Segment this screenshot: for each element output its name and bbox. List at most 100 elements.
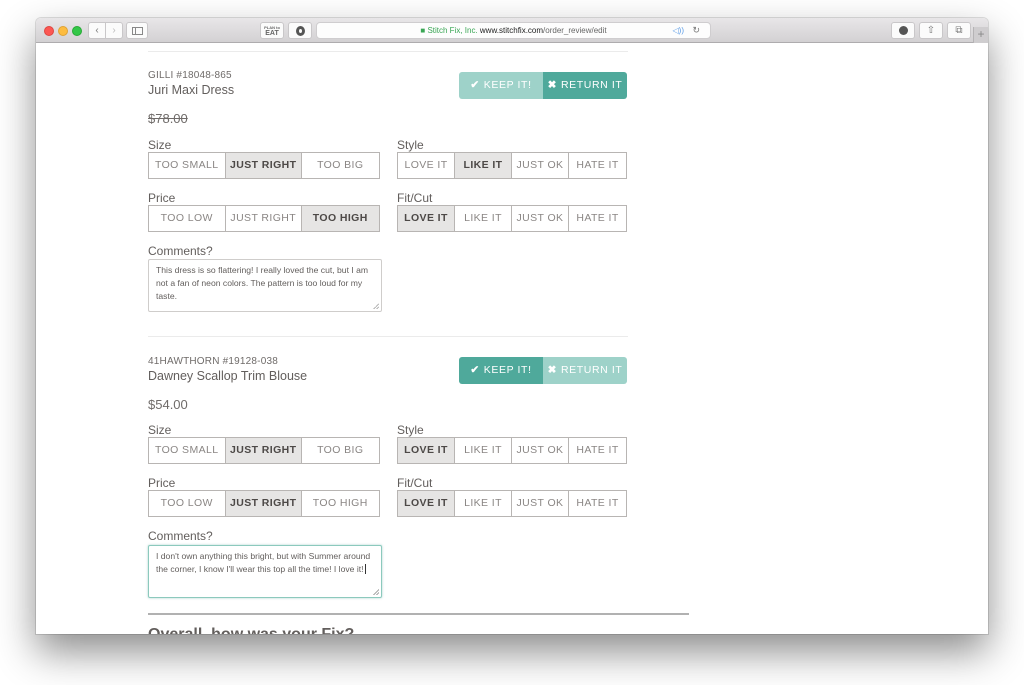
fit-option-love-it[interactable]: LOVE IT <box>398 206 455 231</box>
price-option-too-high[interactable]: TOO HIGH <box>302 206 379 231</box>
size-label: Size <box>148 423 172 437</box>
price-option-just-right[interactable]: JUST RIGHT <box>225 206 302 231</box>
style-option-love-it[interactable]: LOVE IT <box>398 438 455 463</box>
return-it-button[interactable]: ✖ RETURN IT <box>543 357 627 384</box>
size-option-too-small[interactable]: TOO SMALL <box>149 438 226 463</box>
extension-o-icon <box>295 26 305 36</box>
size-option-just-right[interactable]: JUST RIGHT <box>225 438 302 463</box>
check-icon: ✔ <box>470 79 480 91</box>
x-icon: ✖ <box>547 79 557 91</box>
price-option-too-low[interactable]: TOO LOW <box>149 206 226 231</box>
resize-grip-icon[interactable] <box>373 303 379 309</box>
audio-icon[interactable]: ◁)) <box>673 23 684 38</box>
plus-icon: + <box>977 27 985 41</box>
price-rating-selector: TOO LOW JUST RIGHT TOO HIGH <box>148 490 380 517</box>
fit-selector: LOVE IT LIKE IT JUST OK HATE IT <box>397 205 627 232</box>
download-icon <box>898 26 908 35</box>
size-selector: TOO SMALL JUST RIGHT TOO BIG <box>148 437 380 464</box>
new-tab-button[interactable]: + <box>973 27 988 43</box>
style-selector: LOVE IT LIKE IT JUST OK HATE IT <box>397 437 627 464</box>
sidebar-icon <box>131 27 143 35</box>
style-option-hate-it[interactable]: HATE IT <box>569 153 626 178</box>
browser-toolbar: ‹ › PLAN to EAT ■ Stitch Fix, Inc. www.s… <box>36 18 988 43</box>
price-option-too-high[interactable]: TOO HIGH <box>302 491 379 516</box>
return-label: RETURN IT <box>561 79 623 91</box>
minimize-window-button[interactable] <box>58 26 68 36</box>
plan-to-eat-extension-button[interactable]: PLAN to EAT <box>260 22 284 39</box>
size-option-just-right[interactable]: JUST RIGHT <box>225 153 302 178</box>
comments-label: Comments? <box>148 529 213 543</box>
size-option-too-big[interactable]: TOO BIG <box>302 153 379 178</box>
keep-label: KEEP IT! <box>483 79 532 91</box>
item-name: Juri Maxi Dress <box>148 83 235 97</box>
style-option-like-it[interactable]: LIKE IT <box>455 153 512 178</box>
size-selector: TOO SMALL JUST RIGHT TOO BIG <box>148 152 380 179</box>
comments-text: I don't own anything this bright, but wi… <box>156 551 371 574</box>
extension-label: EAT <box>265 30 279 37</box>
style-label: Style <box>397 138 424 152</box>
chevron-left-icon: ‹ <box>95 25 99 36</box>
extension-button[interactable] <box>288 22 312 39</box>
close-window-button[interactable] <box>44 26 54 36</box>
price-option-too-low[interactable]: TOO LOW <box>149 491 226 516</box>
style-option-love-it[interactable]: LOVE IT <box>398 153 455 178</box>
keep-label: KEEP IT! <box>483 364 532 376</box>
fit-option-just-ok[interactable]: JUST OK <box>512 206 569 231</box>
lock-icon: ■ <box>420 26 426 35</box>
size-label: Size <box>148 138 172 152</box>
address-bar[interactable]: ■ Stitch Fix, Inc. www.stitchfix.com/ord… <box>316 22 711 39</box>
forward-button[interactable]: › <box>105 22 123 39</box>
sidebar-toggle-button[interactable] <box>126 22 148 39</box>
return-label: RETURN IT <box>561 364 623 376</box>
zoom-window-button[interactable] <box>72 26 82 36</box>
address-path: /order_review/edit <box>543 26 607 35</box>
fit-label: Fit/Cut <box>397 476 433 490</box>
address-domain: www.stitchfix.com <box>479 26 544 35</box>
price-rating-label: Price <box>148 476 176 490</box>
back-button[interactable]: ‹ <box>88 22 106 39</box>
resize-grip-icon[interactable] <box>373 589 379 595</box>
item-card: GILLI #18048-865 Juri Maxi Dress $78.00 … <box>148 70 628 320</box>
fit-option-hate-it[interactable]: HATE IT <box>569 491 626 516</box>
comments-textarea[interactable]: This dress is so flattering! I really lo… <box>148 259 382 312</box>
chevron-right-icon: › <box>112 25 116 36</box>
item-name: Dawney Scallop Trim Blouse <box>148 369 308 383</box>
browser-window: ‹ › PLAN to EAT ■ Stitch Fix, Inc. www.s… <box>36 18 988 634</box>
item-sku: 41HAWTHORN #19128-038 <box>148 356 278 367</box>
item-price: $78.00 <box>148 111 188 126</box>
divider <box>148 51 628 52</box>
style-option-like-it[interactable]: LIKE IT <box>455 438 512 463</box>
keep-it-button[interactable]: ✔ KEEP IT! <box>459 357 543 384</box>
item-card: 41HAWTHORN #19128-038 Dawney Scallop Tri… <box>148 356 628 606</box>
show-tabs-button[interactable]: ⧉ <box>947 22 971 39</box>
price-rating-selector: TOO LOW JUST RIGHT TOO HIGH <box>148 205 380 232</box>
item-sku: GILLI #18048-865 <box>148 70 232 81</box>
style-label: Style <box>397 423 424 437</box>
comments-textarea[interactable]: I don't own anything this bright, but wi… <box>148 545 382 598</box>
style-option-just-ok[interactable]: JUST OK <box>512 153 569 178</box>
fit-option-like-it[interactable]: LIKE IT <box>455 206 512 231</box>
keep-return-toggle: ✔ KEEP IT! ✖ RETURN IT <box>459 72 627 99</box>
fit-option-just-ok[interactable]: JUST OK <box>512 491 569 516</box>
size-option-too-small[interactable]: TOO SMALL <box>149 153 226 178</box>
x-icon: ✖ <box>547 364 557 376</box>
fit-label: Fit/Cut <box>397 191 433 205</box>
fit-option-hate-it[interactable]: HATE IT <box>569 206 626 231</box>
tabs-icon: ⧉ <box>955 25 963 36</box>
return-it-button[interactable]: ✖ RETURN IT <box>543 72 627 99</box>
fit-option-like-it[interactable]: LIKE IT <box>455 491 512 516</box>
downloads-button[interactable] <box>891 22 915 39</box>
item-price: $54.00 <box>148 397 188 412</box>
keep-return-toggle: ✔ KEEP IT! ✖ RETURN IT <box>459 357 627 384</box>
fit-option-love-it[interactable]: LOVE IT <box>398 491 455 516</box>
keep-it-button[interactable]: ✔ KEEP IT! <box>459 72 543 99</box>
style-option-hate-it[interactable]: HATE IT <box>569 438 626 463</box>
divider <box>148 336 628 337</box>
style-option-just-ok[interactable]: JUST OK <box>512 438 569 463</box>
share-button[interactable]: ⇧ <box>919 22 943 39</box>
overall-heading: Overall, how was your Fix? <box>148 626 354 634</box>
share-icon: ⇧ <box>926 25 936 36</box>
reload-icon[interactable]: ↻ <box>692 23 700 38</box>
price-option-just-right[interactable]: JUST RIGHT <box>225 491 302 516</box>
size-option-too-big[interactable]: TOO BIG <box>302 438 379 463</box>
